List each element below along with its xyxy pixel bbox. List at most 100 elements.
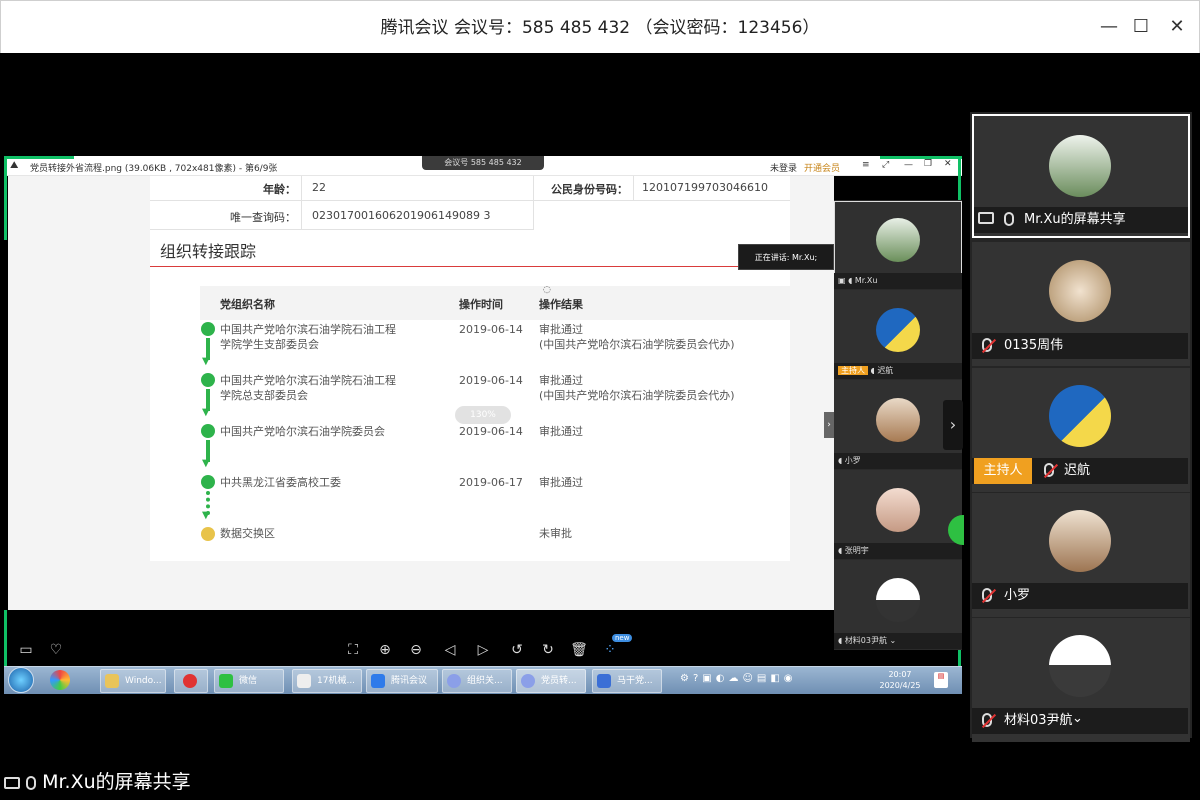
document-image bbox=[150, 176, 790, 561]
viewer-restore-icon[interactable]: ❐ bbox=[924, 159, 932, 169]
netease-music-icon bbox=[183, 674, 197, 688]
window-title: 腾讯会议 会议号：585 485 432 （会议密码：123456） bbox=[380, 18, 820, 38]
image-viewer-icon bbox=[447, 674, 461, 688]
prev-image-icon[interactable]: ◁ bbox=[440, 640, 460, 660]
zoom-out-icon[interactable]: ⊖ bbox=[406, 640, 426, 660]
avatar bbox=[1049, 385, 1111, 447]
notification-icon[interactable]: ▤ bbox=[934, 672, 948, 688]
row-result: 审批通过 bbox=[539, 476, 583, 489]
login-link[interactable]: 未登录 bbox=[770, 161, 797, 174]
arrow-head-icon: ▼ bbox=[202, 458, 210, 469]
close-button[interactable]: ✕ bbox=[1164, 14, 1190, 40]
inner-collapse-arrow-icon[interactable]: › bbox=[824, 412, 834, 438]
timeline-dot bbox=[201, 373, 215, 387]
inner-tile-label: ◖ 材料03尹航 ⌄ bbox=[834, 633, 962, 649]
zoom-in-icon[interactable]: ⊕ bbox=[375, 640, 395, 660]
avatar bbox=[876, 398, 920, 442]
timeline-dot-pending bbox=[201, 527, 215, 541]
avatar bbox=[1049, 260, 1111, 322]
avatar bbox=[1049, 510, 1111, 572]
table-divider bbox=[301, 176, 302, 230]
viewer-file-title: 党员转接外省流程.png (39.06KB , 702x481像素) - 第6/… bbox=[30, 164, 278, 174]
new-badge: new bbox=[612, 634, 633, 642]
arrow-head-icon: ▼ bbox=[202, 356, 210, 367]
participant-label: Mr.Xu的屏幕共享 bbox=[974, 207, 1188, 233]
column-header-result: 操作结果 bbox=[539, 298, 583, 311]
document-icon bbox=[297, 674, 311, 688]
row-result: 审批通过 bbox=[539, 425, 583, 438]
arrow-head-icon: ▼ bbox=[202, 407, 210, 418]
wechat-icon bbox=[219, 674, 233, 688]
mic-muted-icon bbox=[982, 338, 992, 352]
rotate-right-icon[interactable]: ↻ bbox=[538, 640, 558, 660]
next-image-icon[interactable]: ▷ bbox=[473, 640, 493, 660]
delete-icon[interactable]: 🗑 bbox=[569, 640, 589, 660]
taskbar-item[interactable]: 腾讯会议 bbox=[366, 669, 438, 693]
inner-tile-label: ▣ ◖ Mr.Xu bbox=[834, 273, 962, 289]
folder-icon[interactable]: ▭ bbox=[16, 640, 36, 660]
row-org: 中国共产党哈尔滨石油学院委员会 bbox=[220, 425, 385, 438]
viewer-fullscreen-icon[interactable]: ⤢ bbox=[882, 160, 889, 170]
id-label: 公民身份号码： bbox=[551, 183, 628, 196]
maximize-button[interactable]: ☐ bbox=[1128, 14, 1154, 40]
timeline-dot bbox=[201, 424, 215, 438]
avatar bbox=[876, 218, 920, 262]
folder-icon bbox=[105, 674, 119, 688]
tray-icons[interactable]: ⚙?▣◐☁☺▤◧◉ bbox=[680, 673, 797, 684]
viewer-logo-icon: ⛰ bbox=[10, 160, 19, 171]
participant-label: 主持人 迟航 bbox=[972, 458, 1188, 484]
id-value: 120107199703046610 bbox=[642, 181, 768, 194]
tencent-meeting-icon bbox=[371, 674, 385, 688]
meeting-id-pill[interactable]: 会议号 585 485 432 bbox=[422, 156, 544, 170]
viewer-minimize-icon[interactable]: — bbox=[904, 160, 913, 170]
avatar bbox=[1049, 135, 1111, 197]
speaking-tooltip: 正在讲话: Mr.Xu; bbox=[738, 244, 834, 270]
apps-icon[interactable]: ⁘ bbox=[600, 640, 620, 660]
age-value: 22 bbox=[312, 181, 326, 194]
rotate-left-icon[interactable]: ↺ bbox=[507, 640, 527, 660]
row-org: 数据交换区 bbox=[220, 527, 275, 540]
inner-tile-label: 主持人 ◖ 迟航 bbox=[834, 363, 962, 379]
table-divider bbox=[150, 200, 790, 201]
mic-icon bbox=[26, 775, 37, 790]
mic-muted-icon bbox=[982, 588, 992, 602]
column-header-time: 操作时间 bbox=[459, 298, 503, 311]
system-clock[interactable]: 20:07 2020/4/25 bbox=[872, 669, 928, 693]
row-org: 中国共产党哈尔滨石油学院石油工程 学院总支部委员会 bbox=[220, 374, 396, 402]
section-title: 组织转接跟踪 bbox=[160, 242, 257, 261]
pinned-app-icon[interactable] bbox=[50, 670, 70, 690]
query-label: 唯一查询码： bbox=[230, 211, 296, 224]
taskbar-item[interactable]: 17机械... bbox=[292, 669, 362, 693]
cursor-icon: ◌ bbox=[543, 285, 551, 295]
participant-label: 小罗 bbox=[972, 583, 1188, 609]
chevron-down-icon[interactable]: ⌄ bbox=[1072, 706, 1083, 732]
vip-link[interactable]: 开通会员 bbox=[804, 161, 840, 174]
share-border bbox=[4, 610, 7, 666]
fit-size-icon[interactable]: ⛶ bbox=[343, 640, 363, 660]
participant-label: 材料03尹航 ⌄ bbox=[972, 708, 1188, 734]
age-label: 年龄： bbox=[263, 183, 296, 196]
row-time: 2019-06-17 bbox=[459, 476, 523, 489]
taskbar-item[interactable]: 组织关... bbox=[442, 669, 512, 693]
inner-next-page-icon[interactable]: › bbox=[943, 400, 963, 450]
start-button[interactable] bbox=[8, 667, 34, 693]
mic-icon bbox=[1004, 212, 1014, 226]
row-org: 中共黑龙江省委高校工委 bbox=[220, 476, 341, 489]
avatar bbox=[876, 488, 920, 532]
row-time: 2019-06-14 bbox=[459, 425, 523, 438]
row-result: 审批通过 (中国共产党哈尔滨石油学院委员会代办) bbox=[539, 374, 735, 402]
viewer-menu-icon[interactable]: ≡ bbox=[862, 160, 870, 170]
timeline-dot bbox=[201, 322, 215, 336]
taskbar-item[interactable]: 微信 bbox=[214, 669, 284, 693]
viewer-close-icon[interactable]: ✕ bbox=[944, 159, 952, 169]
minimize-button[interactable]: — bbox=[1096, 14, 1122, 40]
taskbar-item[interactable]: Windo... bbox=[100, 669, 166, 693]
mic-muted-icon bbox=[1044, 463, 1054, 477]
taskbar-item-active[interactable]: 党员转... bbox=[516, 669, 586, 693]
share-border bbox=[4, 156, 74, 159]
favorite-heart-icon[interactable]: ♡ bbox=[46, 640, 66, 660]
taskbar-item[interactable]: 马干党... bbox=[592, 669, 662, 693]
share-border bbox=[880, 156, 962, 159]
taskbar-item[interactable] bbox=[174, 669, 208, 693]
arrow-head-icon: ▼ bbox=[202, 510, 210, 521]
